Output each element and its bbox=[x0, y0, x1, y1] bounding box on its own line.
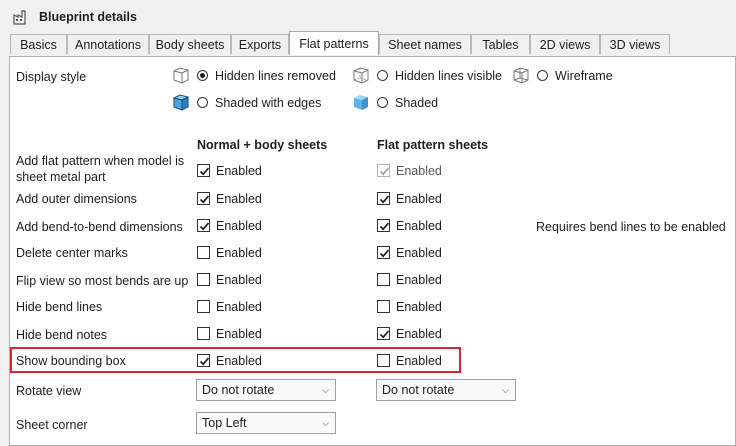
option-hidden-lines-removed-label: Hidden lines removed bbox=[215, 69, 336, 83]
rotate-view-label: Rotate view bbox=[16, 384, 82, 398]
cube-wireframe-icon bbox=[512, 66, 530, 84]
note-requires-bend-lines: Requires bend lines to be enabled bbox=[536, 220, 726, 234]
checkbox-hide-bend-lines-normal[interactable] bbox=[197, 300, 210, 313]
checkbox-flip-view-flat[interactable] bbox=[377, 273, 390, 286]
select-value: Do not rotate bbox=[202, 383, 275, 397]
enabled-label: Enabled bbox=[216, 354, 262, 368]
option-shaded-label: Shaded bbox=[395, 96, 439, 110]
column-header-normal-body-sheets: Normal + body sheets bbox=[197, 138, 328, 152]
tab-3d-views[interactable]: 3D views bbox=[600, 34, 670, 54]
cube-hidden-lines-removed-icon bbox=[172, 66, 190, 84]
option-wireframe-label: Wireframe bbox=[555, 69, 613, 83]
enabled-label: Enabled bbox=[396, 273, 442, 287]
enabled-label: Enabled bbox=[396, 300, 442, 314]
sheet-corner-label: Sheet corner bbox=[16, 418, 88, 432]
checkbox-delete-center-marks-normal[interactable] bbox=[197, 246, 210, 259]
row-label-show-bounding-box: Show bounding box bbox=[16, 354, 126, 368]
checkbox-add-flat-pattern-flat bbox=[377, 164, 390, 177]
tab-basics[interactable]: Basics bbox=[10, 34, 67, 54]
cube-shaded-icon bbox=[352, 93, 370, 111]
enabled-label: Enabled bbox=[216, 192, 262, 206]
checkbox-hide-bend-notes-normal[interactable] bbox=[197, 327, 210, 340]
rotate-view-flat-select[interactable]: Do not rotate ⌵ bbox=[376, 379, 516, 401]
enabled-label: Enabled bbox=[216, 300, 262, 314]
tab-annotations[interactable]: Annotations bbox=[67, 34, 149, 54]
window-title: Blueprint details bbox=[39, 10, 137, 24]
tab-2d-views[interactable]: 2D views bbox=[530, 34, 600, 54]
row-label-add-bend-to-bend-dimensions: Add bend-to-bend dimensions bbox=[16, 220, 183, 234]
factory-icon bbox=[13, 9, 29, 25]
checkbox-add-bend-to-bend-flat[interactable] bbox=[377, 219, 390, 232]
checkbox-add-bend-to-bend-normal[interactable] bbox=[197, 219, 210, 232]
cube-hidden-lines-visible-icon bbox=[352, 66, 370, 84]
enabled-label: Enabled bbox=[396, 246, 442, 260]
chevron-down-icon: ⌵ bbox=[322, 385, 329, 395]
select-value: Top Left bbox=[202, 416, 247, 430]
enabled-label: Enabled bbox=[216, 246, 262, 260]
enabled-label: Enabled bbox=[216, 164, 262, 178]
option-shaded-with-edges-label: Shaded with edges bbox=[215, 96, 322, 110]
checkbox-show-bounding-box-normal[interactable] bbox=[197, 354, 210, 367]
enabled-label: Enabled bbox=[216, 327, 262, 341]
radio-shaded-with-edges[interactable] bbox=[197, 97, 208, 108]
tab-exports[interactable]: Exports bbox=[231, 34, 289, 54]
cube-shaded-edges-icon bbox=[172, 93, 190, 111]
checkbox-flip-view-normal[interactable] bbox=[197, 273, 210, 286]
chevron-down-icon: ⌵ bbox=[322, 418, 329, 428]
radio-wireframe[interactable] bbox=[537, 70, 548, 81]
checkbox-add-outer-dimensions-normal[interactable] bbox=[197, 192, 210, 205]
checkbox-add-outer-dimensions-flat[interactable] bbox=[377, 192, 390, 205]
row-label-flip-view: Flip view so most bends are up bbox=[16, 274, 189, 288]
display-style-label: Display style bbox=[16, 70, 87, 84]
checkbox-add-flat-pattern-normal[interactable] bbox=[197, 164, 210, 177]
row-label-hide-bend-notes: Hide bend notes bbox=[16, 328, 108, 342]
sheet-corner-select[interactable]: Top Left ⌵ bbox=[196, 412, 336, 434]
enabled-label: Enabled bbox=[396, 354, 442, 368]
row-label-delete-center-marks: Delete center marks bbox=[16, 246, 128, 260]
tab-body-sheets[interactable]: Body sheets bbox=[149, 34, 231, 54]
row-label-add-outer-dimensions: Add outer dimensions bbox=[16, 192, 137, 206]
radio-hidden-lines-visible[interactable] bbox=[377, 70, 388, 81]
rotate-view-normal-select[interactable]: Do not rotate ⌵ bbox=[196, 379, 336, 401]
row-label-add-flat-pattern-cont: sheet metal part bbox=[16, 170, 106, 184]
enabled-label: Enabled bbox=[216, 219, 262, 233]
enabled-label: Enabled bbox=[396, 219, 442, 233]
radio-shaded[interactable] bbox=[377, 97, 388, 108]
tab-sheet-names[interactable]: Sheet names bbox=[379, 34, 471, 54]
checkbox-hide-bend-lines-flat[interactable] bbox=[377, 300, 390, 313]
enabled-label: Enabled bbox=[396, 327, 442, 341]
enabled-label: Enabled bbox=[396, 192, 442, 206]
checkbox-delete-center-marks-flat[interactable] bbox=[377, 246, 390, 259]
radio-hidden-lines-removed[interactable] bbox=[197, 70, 208, 81]
row-label-add-flat-pattern: Add flat pattern when model is bbox=[16, 154, 185, 168]
checkbox-show-bounding-box-flat[interactable] bbox=[377, 354, 390, 367]
chevron-down-icon: ⌵ bbox=[502, 385, 509, 395]
enabled-label: Enabled bbox=[396, 164, 442, 178]
tab-flat-patterns[interactable]: Flat patterns bbox=[289, 31, 379, 55]
select-value: Do not rotate bbox=[382, 383, 455, 397]
enabled-label: Enabled bbox=[216, 273, 262, 287]
tab-tables[interactable]: Tables bbox=[471, 34, 530, 54]
column-header-flat-pattern-sheets: Flat pattern sheets bbox=[377, 138, 489, 152]
row-label-hide-bend-lines: Hide bend lines bbox=[16, 300, 103, 314]
checkbox-hide-bend-notes-flat[interactable] bbox=[377, 327, 390, 340]
option-hidden-lines-visible-label: Hidden lines visible bbox=[395, 69, 503, 83]
